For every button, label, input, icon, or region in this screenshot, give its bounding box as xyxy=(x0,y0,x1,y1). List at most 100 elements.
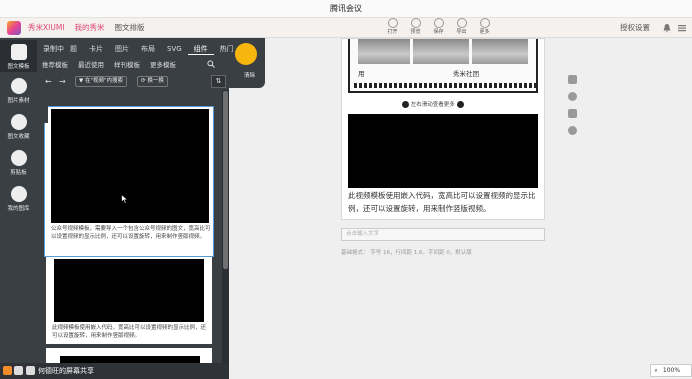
prev-dot-icon[interactable] xyxy=(402,101,409,108)
next-dot-icon[interactable] xyxy=(456,101,464,108)
back-arrow-icon[interactable]: ← xyxy=(45,77,52,86)
scrollbar-thumb[interactable] xyxy=(223,91,228,269)
forward-arrow-icon[interactable]: → xyxy=(59,77,66,86)
preview-label: 预览 xyxy=(410,29,421,35)
shuffle-label: 换一换 xyxy=(147,78,164,84)
template-card[interactable]: 公众号视频模板，需要导入一个包含公众号视频的图文，宽高比可以设置视频的显示比例，… xyxy=(44,106,214,257)
rail-label: 图文模板 xyxy=(7,64,30,70)
window-title: 腾讯会议 xyxy=(0,0,692,18)
favorite-icon xyxy=(10,114,27,130)
basic-format-info: 基础格式： 字号 16，行间距 1.6，字间距 0，默认版 xyxy=(341,250,472,256)
save-button[interactable]: 保存 xyxy=(429,18,448,38)
grid-icon[interactable] xyxy=(568,75,577,84)
sub-tabs: 推荐模板 最近使用 样刊模板 更多模板 xyxy=(37,59,181,71)
zoom-control[interactable]: ⌕ 100% xyxy=(650,364,692,377)
nav-layout[interactable]: 图文排版 xyxy=(115,18,145,38)
gallery-image xyxy=(472,39,528,64)
clear-label: 清除 xyxy=(243,73,255,79)
tab-svg[interactable]: SVG xyxy=(161,43,188,55)
export-icon xyxy=(456,18,467,28)
xiumi-logo-icon[interactable] xyxy=(7,21,21,35)
swipe-hint-text: 左右滑动查看更多 xyxy=(410,102,455,108)
video-placeholder xyxy=(51,109,209,223)
more-button[interactable]: 更多 xyxy=(475,18,494,38)
zoom-level: 100% xyxy=(662,367,681,374)
subtab-recent[interactable]: 最近使用 xyxy=(73,59,109,71)
right-tools xyxy=(568,75,580,143)
export-button[interactable]: 导出 xyxy=(452,18,471,38)
auth-settings-link[interactable]: 授权设置 xyxy=(620,18,650,38)
rail-label: 剪贴板 xyxy=(10,170,27,176)
template-desc: 此视频模板使用嵌入代码，宽高比可以设置视频的显示比例，还可以设置旋转，用来制作竖… xyxy=(52,325,207,339)
user-icon[interactable] xyxy=(3,366,12,375)
top-bar: 秀米XIUMI 我的秀米 图文排版 授权设置 xyxy=(0,18,692,38)
subtab-recommended[interactable]: 推荐模板 xyxy=(37,59,73,71)
editor-canvas[interactable]: 用 秀米社团 左右滑动查看更多 此视频模板使用嵌入代码，宽高比可以设置视频的显示… xyxy=(341,38,545,220)
gallery-image xyxy=(358,39,410,64)
tab-component[interactable]: 组件 xyxy=(187,43,214,55)
export-label: 导出 xyxy=(456,29,467,35)
share-text: 何德旺的屏幕共享 xyxy=(38,367,94,375)
image-gallery[interactable]: 用 秀米社团 xyxy=(348,39,538,93)
bell-icon[interactable] xyxy=(662,23,672,33)
gallery-icon xyxy=(10,186,27,202)
gear-icon[interactable] xyxy=(568,92,577,101)
shuffle-button[interactable]: ⟳ 换一换 xyxy=(137,76,168,87)
rail-item-templates[interactable]: 图文模板 xyxy=(0,40,37,72)
tab-recording[interactable]: 录制中 xyxy=(37,43,70,55)
template-card[interactable]: 此视频模板使用嵌入代码，宽高比可以设置视频的显示比例，还可以设置旋转，用来制作竖… xyxy=(46,257,212,344)
more-icon xyxy=(479,18,490,28)
template-desc: 公众号视频模板，需要导入一个包含公众号视频的图文，宽高比可以设置视频的显示比例，… xyxy=(51,226,211,240)
rail-item-images[interactable]: 图片素材 xyxy=(0,78,37,104)
tab-title[interactable]: 题 xyxy=(70,43,83,55)
rail-label: 我的图库 xyxy=(7,206,30,212)
rail-item-favorites[interactable]: 图文收藏 xyxy=(0,114,37,140)
tab-image[interactable]: 图片 xyxy=(109,43,135,55)
nav-my-xiumi[interactable]: 我的秀米 xyxy=(75,18,105,38)
film-border xyxy=(354,83,536,88)
editor-toolbar: 打开 预览 保存 导出 更多 xyxy=(383,18,513,38)
scope-search-label: 在"视频"内搜索 xyxy=(84,78,124,84)
nav-xiumi[interactable]: 秀米XIUMI xyxy=(28,18,65,38)
save-icon xyxy=(433,18,444,28)
clipboard-icon xyxy=(10,150,27,166)
eye-icon[interactable] xyxy=(568,126,577,135)
folder-icon xyxy=(387,18,398,28)
gallery-left-label: 用 xyxy=(358,70,365,78)
template-icon xyxy=(10,44,27,60)
image-icon xyxy=(10,78,27,94)
rail-label: 图文收藏 xyxy=(7,134,30,140)
person-icon[interactable] xyxy=(14,366,23,375)
text-input-line[interactable]: 点击输入文字 xyxy=(341,228,545,241)
mouse-cursor-icon xyxy=(121,194,129,204)
open-label: 打开 xyxy=(387,29,398,35)
template-list: 公众号视频模板，需要导入一个包含公众号视频的图文，宽高比可以设置视频的显示比例，… xyxy=(37,90,229,379)
open-button[interactable]: 打开 xyxy=(383,18,402,38)
eye-icon xyxy=(410,18,421,28)
search-icon[interactable] xyxy=(207,60,215,68)
clear-button[interactable] xyxy=(235,43,257,65)
rail-item-clipboard[interactable]: 剪贴板 xyxy=(0,150,37,176)
chart-icon[interactable] xyxy=(568,109,577,118)
gallery-image xyxy=(413,39,469,64)
swipe-hint: 左右滑动查看更多 xyxy=(402,100,464,108)
video-block[interactable] xyxy=(348,114,538,188)
microphone-icon[interactable] xyxy=(26,366,35,375)
subtab-sample[interactable]: 样刊模板 xyxy=(109,59,145,71)
body-text[interactable]: 此视频模板使用嵌入代码，宽高比可以设置视频的显示比例，还可以设置旋转，用来制作竖… xyxy=(348,189,540,215)
zoom-magnifier-icon[interactable]: ⌕ xyxy=(651,365,661,376)
preview-button[interactable]: 预览 xyxy=(406,18,425,38)
rail-label: 图片素材 xyxy=(7,98,30,104)
sort-icon[interactable]: ⇅ xyxy=(211,75,226,88)
subtab-more[interactable]: 更多模板 xyxy=(145,59,181,71)
menu-icon[interactable] xyxy=(677,23,687,33)
tab-card[interactable]: 卡片 xyxy=(83,43,109,55)
category-tabs: 录制中 题 卡片 图片 布局 SVG 组件 热门 xyxy=(37,43,240,55)
gallery-caption: 秀米社团 xyxy=(453,70,479,78)
tab-layout[interactable]: 布局 xyxy=(135,43,161,55)
drag-handle[interactable] xyxy=(43,105,48,123)
scope-search-button[interactable]: ▼ 在"视频"内搜索 xyxy=(75,76,128,87)
save-label: 保存 xyxy=(433,29,444,35)
rail-item-gallery[interactable]: 我的图库 xyxy=(0,186,37,212)
left-rail: 图文模板 图片素材 图文收藏 剪贴板 我的图库 xyxy=(0,38,37,379)
